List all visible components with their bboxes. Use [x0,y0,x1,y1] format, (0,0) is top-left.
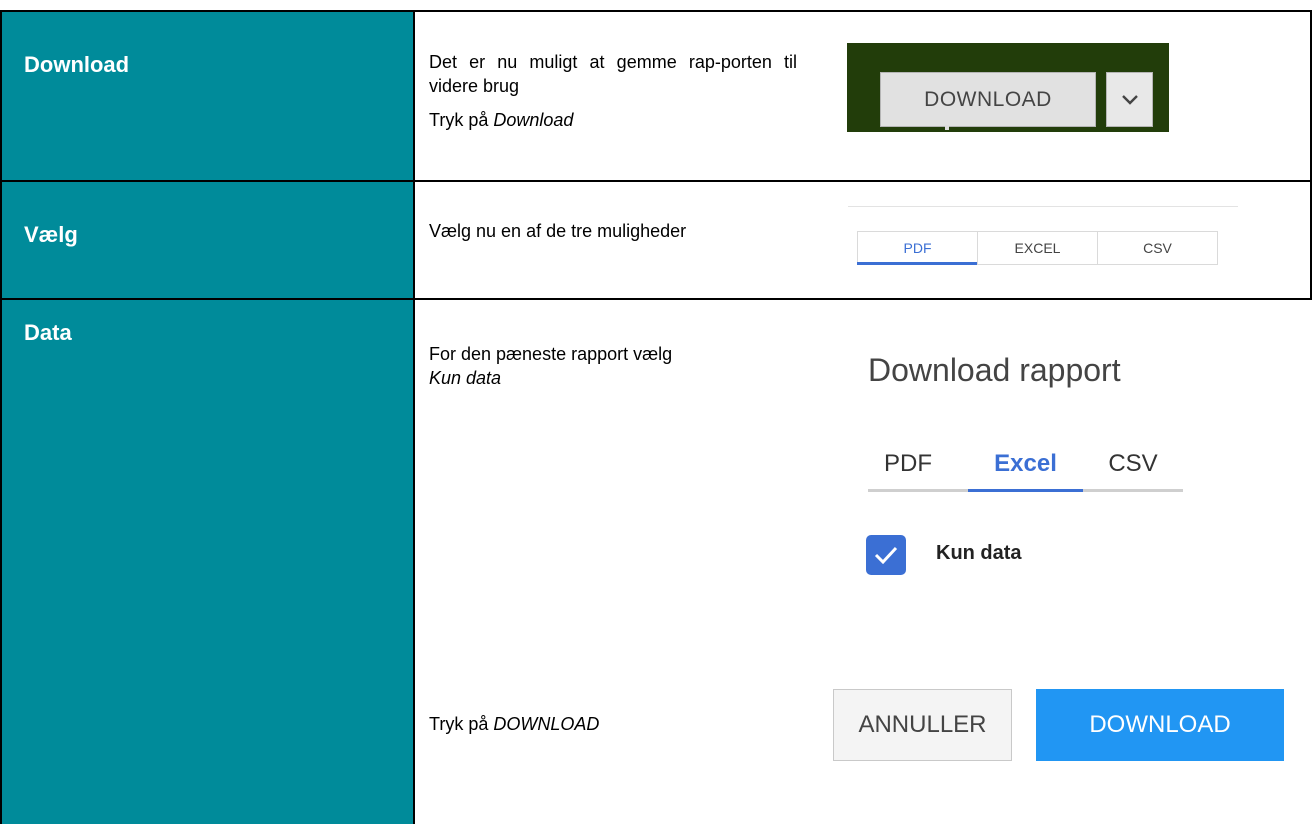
download-button[interactable]: DOWNLOAD [880,72,1096,127]
download-button-screenshot: DOWNLOAD [847,43,1169,132]
row-download-description: Det er nu muligt at gemme rap-porten til… [429,50,797,132]
cancel-button[interactable]: ANNULLER [833,689,1012,761]
description-text: For den pæneste rapport vælg Kun data [429,342,809,390]
format-tabs-small: PDF EXCEL CSV [857,231,1218,265]
intro-emphasis: Kun data [429,368,502,388]
row-data-label-cell [2,300,413,824]
tab-pdf[interactable]: PDF [868,438,948,489]
divider [848,206,1238,207]
format-tabs: PDF Excel CSV [868,438,1183,492]
cursor-mark [945,125,949,130]
action-text: Tryk på DOWNLOAD [429,712,809,736]
action-emphasis: DOWNLOAD [493,714,600,734]
row-divider [0,298,1312,300]
action-prefix: Tryk på [429,110,494,130]
table-border-top [0,10,1312,12]
tab-csv[interactable]: CSV [1098,232,1217,264]
dropdown-button[interactable] [1106,72,1153,127]
row-label-download: Download [24,52,130,77]
tab-excel[interactable]: EXCEL [978,232,1098,264]
description-text: Det er nu muligt at gemme rap-porten til… [429,52,797,96]
tab-pdf[interactable]: PDF [857,232,978,265]
description-text: Vælg nu en af de tre muligheder [429,221,687,241]
tab-csv[interactable]: CSV [1093,438,1173,489]
row-download-label-cell [2,12,413,180]
dialog-title: Download rapport [868,352,1121,388]
chevron-down-icon [1121,94,1138,105]
action-emphasis: Download [493,110,574,130]
column-divider [413,10,415,824]
action-text: Tryk på Download [429,108,797,132]
kun-data-label: Kun data [936,542,1022,564]
row-data-description: For den pæneste rapport vælg Kun data [429,342,809,390]
row-label-data: Data [24,320,72,345]
table-border-left [0,10,2,824]
row-label-vaelg: Vælg [24,222,78,247]
tab-excel[interactable]: Excel [968,438,1083,492]
checkmark-icon [874,546,898,564]
action-prefix: Tryk på [429,714,494,734]
row-divider [0,180,1312,182]
download-button[interactable]: DOWNLOAD [1036,689,1284,761]
instruction-table: Download Det er nu muligt at gemme rap-p… [0,0,1312,824]
kun-data-checkbox[interactable] [866,535,906,575]
row-data-action: Tryk på DOWNLOAD [429,712,809,736]
row-vaelg-description: Vælg nu en af de tre muligheder [429,219,809,243]
intro-text: For den pæneste rapport vælg [429,344,673,364]
